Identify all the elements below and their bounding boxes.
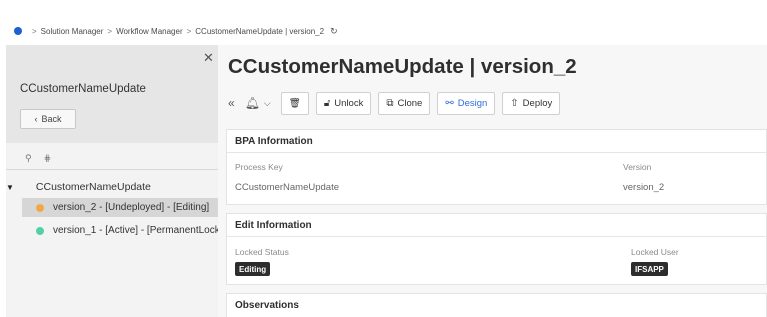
- breadcrumb-current-page: CCustomerNameUpdate | version_2: [195, 26, 325, 36]
- process-key-label: Process Key: [235, 162, 283, 172]
- design-icon: ⚯: [445, 97, 454, 109]
- tree-item-version-2[interactable]: version_2 - [Undeployed] - [Editing]: [22, 198, 218, 217]
- breadcrumb-separator: >: [107, 26, 113, 36]
- tree-item-version-1[interactable]: version_1 - [Active] - [PermanentLock]: [22, 221, 218, 240]
- locked-status-label: Locked Status: [235, 247, 289, 257]
- clone-button[interactable]: ⧉ Clone: [378, 91, 431, 115]
- locked-status-badge: Editing: [235, 262, 271, 276]
- version-label: Version: [623, 162, 652, 172]
- chevron-left-icon: ‹: [34, 114, 38, 124]
- delete-button[interactable]: 🗑︎: [280, 91, 309, 115]
- observations-card: Observations: [226, 293, 767, 317]
- design-button[interactable]: ⚯ Design: [437, 91, 496, 115]
- toolbar: « 🔔︎ ⌵ 🗑︎ 🔓︎ Unlock ⧉ Clone ⚯ Design ⇧ De…: [228, 91, 567, 115]
- collapse-icon[interactable]: «: [228, 91, 235, 115]
- breadcrumb: > Solution Manager > Workflow Manager > …: [14, 21, 338, 41]
- deploy-button[interactable]: ⇧ Deploy: [502, 91, 561, 115]
- edit-information-card: Edit Information Locked Status Editing L…: [226, 213, 767, 285]
- main-content: CCustomerNameUpdate | version_2 « 🔔︎ ⌵ 🗑︎…: [218, 45, 767, 317]
- unlock-icon: 🔓︎: [323, 97, 331, 109]
- clone-icon: ⧉: [386, 97, 394, 109]
- navigator-title: CCustomerNameUpdate: [20, 83, 146, 95]
- tree-root-node[interactable]: ▼ CCustomerNameUpdate: [6, 179, 151, 195]
- back-button-label: Back: [41, 114, 62, 124]
- unlock-label: Unlock: [334, 97, 364, 109]
- home-dot-icon[interactable]: [14, 27, 22, 35]
- tree-item-label: version_2 - [Undeployed] - [Editing]: [53, 202, 210, 213]
- locked-user-label: Locked User: [631, 247, 679, 257]
- breadcrumb-separator: >: [186, 26, 192, 36]
- clone-label: Clone: [397, 97, 423, 109]
- bpa-information-card: BPA Information Process Key CCustomerNam…: [226, 129, 767, 205]
- pin-icon[interactable]: ⚲: [25, 153, 32, 164]
- version-value: version_2: [623, 182, 665, 193]
- card-title: Observations: [235, 300, 299, 311]
- navigator-header: ✕ CCustomerNameUpdate ‹ Back: [6, 45, 218, 143]
- breadcrumb-separator: >: [32, 26, 37, 36]
- status-dot-icon: [36, 226, 44, 235]
- design-label: Design: [457, 97, 488, 109]
- breadcrumb-bar: > Solution Manager > Workflow Manager > …: [0, 17, 767, 45]
- divider: [6, 169, 218, 170]
- navigator-tools: ⚲ ⋕: [25, 153, 51, 164]
- back-button[interactable]: ‹ Back: [20, 109, 76, 129]
- tree-root-label: CCustomerNameUpdate: [35, 181, 151, 193]
- breadcrumb-solution-manager[interactable]: Solution Manager: [41, 27, 104, 36]
- close-icon[interactable]: ✕: [203, 51, 214, 64]
- refresh-icon[interactable]: ↻: [330, 26, 338, 37]
- status-dot-icon: [36, 203, 44, 212]
- unlock-button[interactable]: 🔓︎ Unlock: [315, 91, 372, 115]
- tree-item-label: version_1 - [Active] - [PermanentLock]: [53, 225, 218, 236]
- deploy-icon: ⇧: [510, 97, 519, 109]
- deploy-label: Deploy: [522, 97, 553, 109]
- navigator-panel: ✕ CCustomerNameUpdate ‹ Back ⚲ ⋕ ▼ CCust…: [6, 45, 218, 317]
- card-title: BPA Information: [227, 130, 766, 153]
- grid-icon[interactable]: ⋕: [44, 153, 52, 164]
- trash-icon: 🗑︎: [288, 97, 301, 109]
- chevron-down-icon[interactable]: ⌵: [264, 98, 271, 109]
- breadcrumb-workflow-manager[interactable]: Workflow Manager: [116, 27, 183, 36]
- bell-icon[interactable]: 🔔︎ ⌵: [245, 91, 271, 115]
- process-key-value: CCustomerNameUpdate: [235, 182, 340, 193]
- card-title: Edit Information: [227, 214, 766, 237]
- caret-down-icon[interactable]: ▼: [6, 183, 14, 192]
- locked-user-badge: IFSAPP: [631, 262, 668, 276]
- page-title: CCustomerNameUpdate | version_2: [228, 55, 577, 78]
